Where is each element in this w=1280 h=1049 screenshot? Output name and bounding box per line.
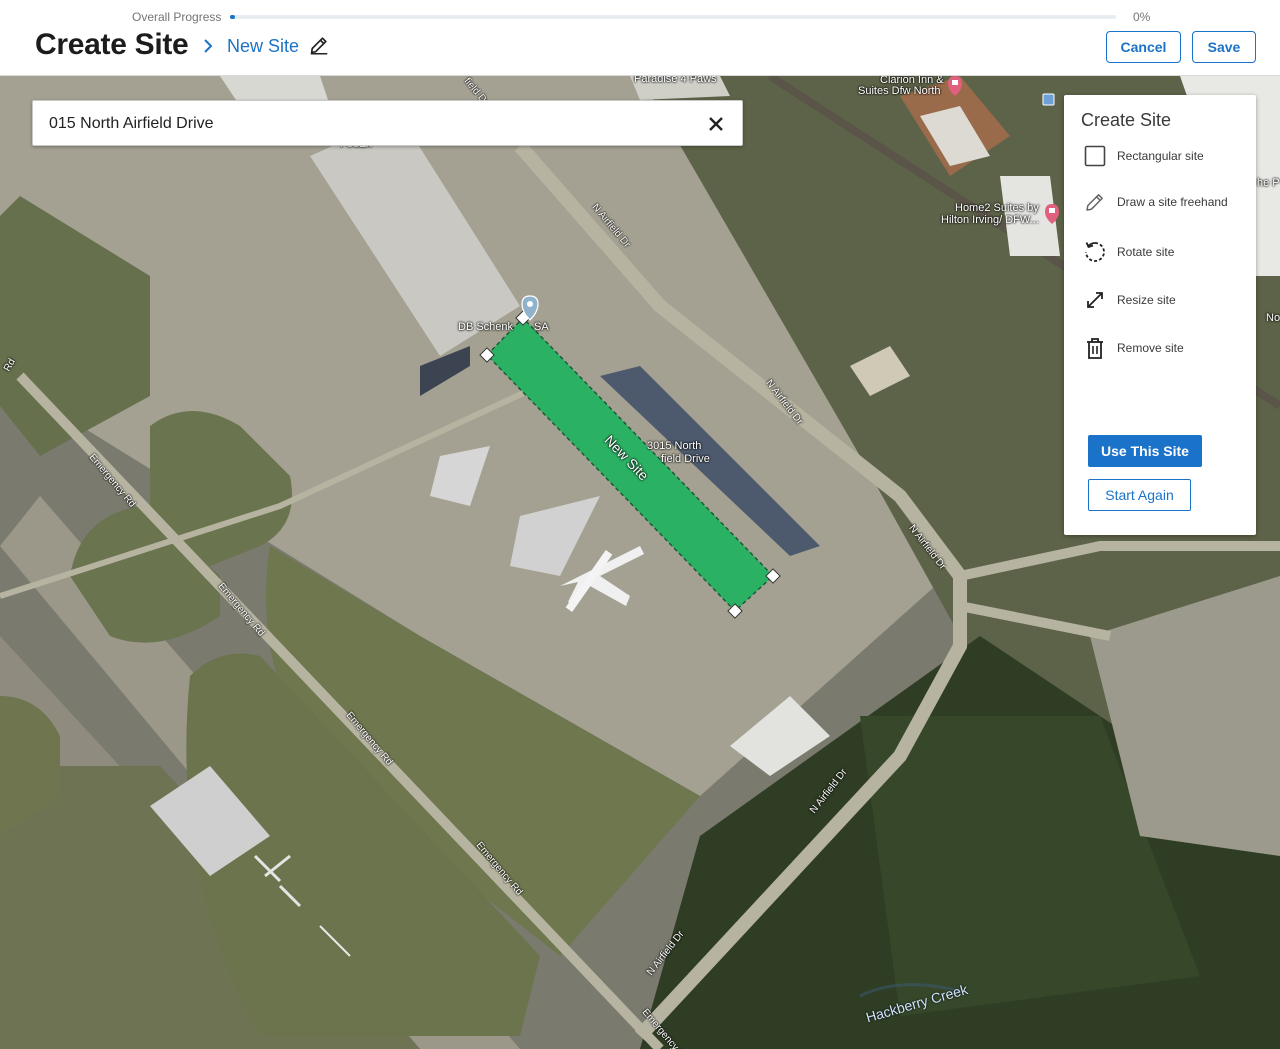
page-header: Overall Progress 0% Create Site New Site… [0,0,1280,76]
tool-resize-site[interactable]: Resize site [1080,284,1250,316]
poi-label: he P [1257,177,1280,189]
tool-draw-freehand[interactable]: Draw a site freehand [1080,186,1250,218]
pencil-icon [1086,194,1103,211]
checkbox-square-icon [1084,145,1106,167]
pin-label: SA [534,321,549,333]
trash-icon [1087,338,1103,359]
tool-label: Draw a site freehand [1117,195,1228,209]
poi-label: No [1266,312,1280,324]
poi-label: Paradise 4 Paws [634,76,717,85]
address-label: field Drive [661,453,710,465]
chevron-right-icon [204,39,213,53]
progress-percent: 0% [1133,10,1151,24]
resize-arrows-icon [1087,292,1103,308]
poi-label: Home2 Suites by [955,202,1039,214]
panel-title: Create Site [1081,110,1172,130]
tool-label: Rectangular site [1117,149,1204,163]
address-search [32,100,743,146]
cancel-button[interactable]: Cancel [1106,31,1181,63]
start-again-button[interactable]: Start Again [1088,479,1191,511]
breadcrumb-current: New Site [227,36,300,56]
tool-label: Remove site [1117,341,1184,355]
address-label: 3015 North [647,440,702,452]
tool-label: Rotate site [1117,245,1175,259]
use-this-site-button[interactable]: Use This Site [1088,435,1202,467]
close-icon[interactable] [706,114,726,134]
search-input[interactable] [49,113,689,135]
tool-remove-site[interactable]: Remove site [1080,332,1250,364]
save-button[interactable]: Save [1192,31,1256,63]
rotate-icon [1085,242,1105,262]
progress-label: Overall Progress [132,10,222,24]
edit-pencil-icon[interactable] [308,34,330,56]
progress-bar-fill [230,15,235,19]
tool-rotate-site[interactable]: Rotate site [1080,236,1250,268]
bus-stop-icon[interactable] [1042,93,1055,106]
create-site-panel: Create Site Rectangular site Draw a site… [1064,95,1256,535]
tool-label: Resize site [1117,293,1176,307]
page-title: Create Site [35,28,189,61]
progress-bar [230,15,1116,19]
poi-label: Hilton Irving/ DFW... [941,214,1039,226]
tool-rectangular-site[interactable]: Rectangular site [1080,140,1250,172]
pin-label: DB Schenk [458,321,514,333]
poi-label: Suites Dfw North [858,85,941,97]
